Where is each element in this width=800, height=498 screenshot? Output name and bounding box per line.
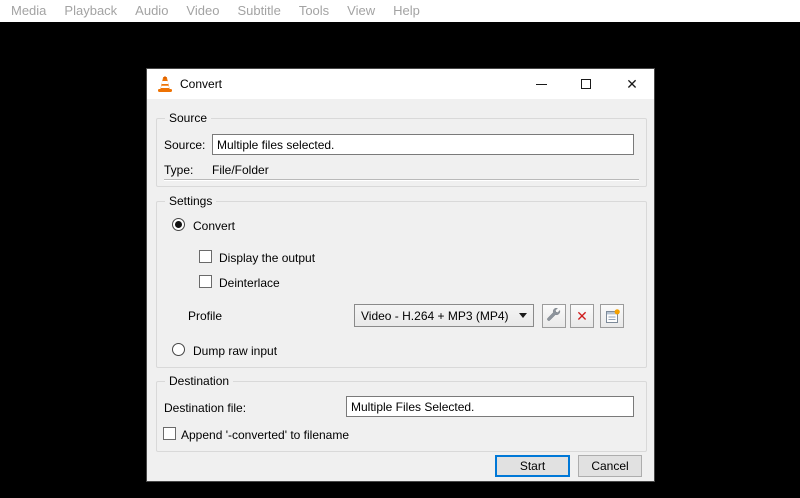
type-value: File/Folder <box>212 163 269 177</box>
source-group: Source Source: Type: File/Folder <box>156 111 647 187</box>
cancel-button[interactable]: Cancel <box>578 455 642 477</box>
convert-dialog: Convert ✕ Source Source: Type: File/Fold… <box>146 68 655 482</box>
close-button[interactable]: ✕ <box>616 69 648 99</box>
edit-profile-button[interactable] <box>542 304 566 328</box>
menu-subtitle[interactable]: Subtitle <box>228 0 289 22</box>
menu-video[interactable]: Video <box>177 0 228 22</box>
source-field-label: Source: <box>164 138 206 152</box>
menu-audio[interactable]: Audio <box>126 0 177 22</box>
menu-playback[interactable]: Playback <box>55 0 126 22</box>
minimize-icon <box>535 83 547 85</box>
deinterlace-checkbox[interactable] <box>199 275 212 288</box>
close-icon: ✕ <box>626 75 638 92</box>
append-converted-label[interactable]: Append '-converted' to filename <box>181 428 349 442</box>
destination-file-input[interactable] <box>346 396 634 417</box>
dump-raw-label[interactable]: Dump raw input <box>193 344 277 358</box>
destination-group: Destination Destination file: Append '-c… <box>156 374 647 452</box>
dialog-titlebar[interactable]: Convert ✕ <box>147 69 654 99</box>
destination-group-label: Destination <box>165 374 234 388</box>
source-separator <box>164 179 639 181</box>
wrench-icon <box>547 308 561 321</box>
maximize-icon <box>581 79 591 89</box>
menubar: Media Playback Audio Video Subtitle Tool… <box>0 0 800 22</box>
menu-view[interactable]: View <box>338 0 384 22</box>
display-output-checkbox[interactable] <box>199 250 212 263</box>
profile-label: Profile <box>188 309 223 323</box>
dump-raw-radio[interactable] <box>172 343 185 356</box>
source-input[interactable] <box>212 134 634 155</box>
display-output-label[interactable]: Display the output <box>219 251 315 265</box>
source-group-label: Source <box>165 111 212 125</box>
menu-help[interactable]: Help <box>384 0 429 22</box>
convert-radio-label[interactable]: Convert <box>193 219 235 233</box>
vlc-cone-icon <box>158 76 172 92</box>
menu-tools[interactable]: Tools <box>290 0 338 22</box>
new-profile-button[interactable] <box>600 304 624 328</box>
menu-media[interactable]: Media <box>2 0 55 22</box>
dialog-title: Convert <box>180 77 223 91</box>
append-converted-checkbox[interactable] <box>163 427 176 440</box>
chevron-down-icon <box>519 313 527 318</box>
settings-group-label: Settings <box>165 194 217 208</box>
minimize-button[interactable] <box>525 69 557 99</box>
delete-profile-button[interactable]: ✕ <box>570 304 594 328</box>
new-profile-icon <box>605 308 620 323</box>
settings-group: Settings Convert Display the output Dein… <box>156 194 647 368</box>
convert-radio[interactable] <box>172 218 185 231</box>
delete-x-icon: ✕ <box>576 307 588 324</box>
maximize-button[interactable] <box>570 69 602 99</box>
destination-file-label: Destination file: <box>164 401 247 415</box>
start-button[interactable]: Start <box>495 455 570 477</box>
type-label: Type: <box>164 163 194 177</box>
profile-dropdown-value: Video - H.264 + MP3 (MP4) <box>361 308 509 323</box>
profile-dropdown[interactable]: Video - H.264 + MP3 (MP4) <box>354 304 534 327</box>
deinterlace-label[interactable]: Deinterlace <box>219 276 280 290</box>
